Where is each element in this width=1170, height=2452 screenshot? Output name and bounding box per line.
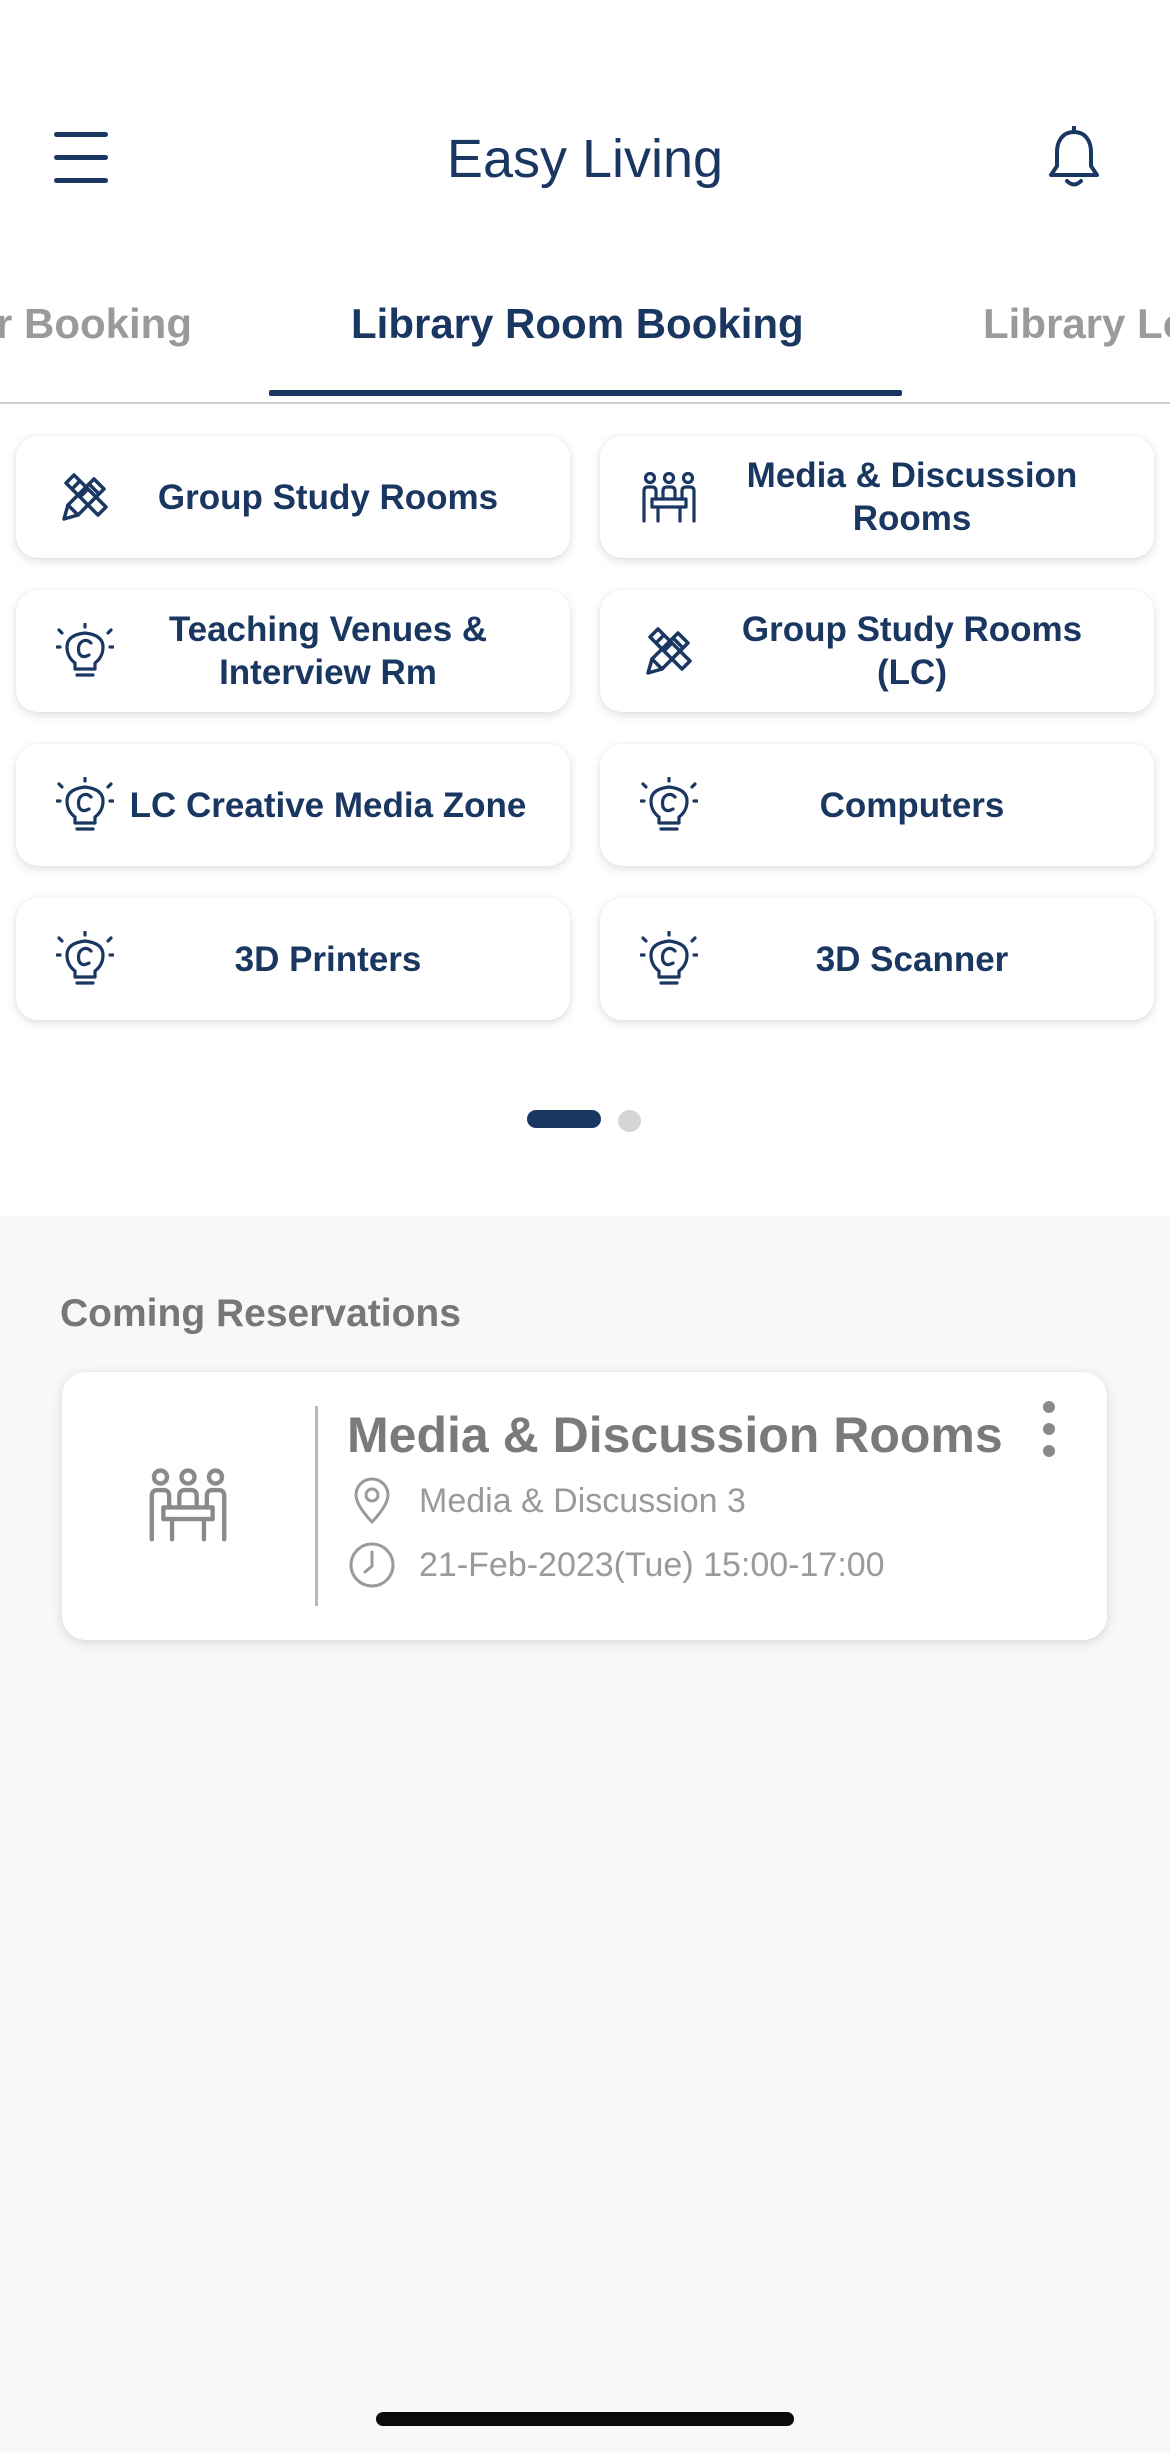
category-group-study-rooms-lc[interactable]: Group Study Rooms (LC) xyxy=(600,590,1154,712)
category-label: 3D Scanner xyxy=(815,939,1009,979)
page-indicator xyxy=(0,1110,1170,1132)
active-tab-indicator xyxy=(269,390,902,396)
page-dot-active[interactable] xyxy=(527,1110,601,1128)
app-title: Easy Living xyxy=(446,129,724,189)
meeting-people-icon xyxy=(146,1464,230,1548)
category-label: Group Study Rooms xyxy=(157,477,499,517)
lightbulb-icon xyxy=(55,930,115,989)
clock-icon xyxy=(347,1540,397,1590)
pencil-ruler-icon xyxy=(640,623,698,681)
reservation-datetime: 21-Feb-2023(Tue) 15:00-17:00 xyxy=(419,1545,885,1584)
card-divider xyxy=(315,1406,318,1606)
reservation-time-row: 21-Feb-2023(Tue) 15:00-17:00 xyxy=(347,1540,885,1590)
category-computers[interactable]: Computers xyxy=(600,744,1154,866)
tab-room-booking[interactable]: r Booking xyxy=(0,300,192,348)
meeting-people-icon xyxy=(640,469,698,527)
more-options-icon[interactable] xyxy=(1037,1398,1061,1462)
lightbulb-icon xyxy=(639,930,699,989)
category-media-discussion-rooms[interactable]: Media & Discussion Rooms xyxy=(600,436,1154,558)
category-label: Computers xyxy=(819,785,1005,825)
lightbulb-icon xyxy=(639,776,699,835)
reservation-location: Media & Discussion 3 xyxy=(419,1481,746,1520)
lightbulb-icon xyxy=(55,776,115,835)
category-teaching-venues[interactable]: Teaching Venues & Interview Rm xyxy=(16,590,570,712)
lightbulb-icon xyxy=(55,622,115,681)
tab-library-room-booking[interactable]: Library Room Booking xyxy=(351,300,804,348)
pencil-ruler-icon xyxy=(56,469,114,527)
reservation-title: Media & Discussion Rooms xyxy=(347,1407,1003,1463)
category-lc-creative-media-zone[interactable]: LC Creative Media Zone xyxy=(16,744,570,866)
location-pin-icon xyxy=(347,1476,397,1526)
tab-library-locker[interactable]: Library Lo xyxy=(983,300,1170,348)
tabs-divider xyxy=(0,402,1170,404)
page-dot[interactable] xyxy=(618,1110,641,1132)
bell-icon[interactable] xyxy=(1046,125,1102,190)
category-label: LC Creative Media Zone xyxy=(129,785,527,825)
category-3d-scanner[interactable]: 3D Scanner xyxy=(600,898,1154,1020)
category-label: Teaching Venues & Interview Rm xyxy=(168,610,488,692)
section-title: Coming Reservations xyxy=(60,1292,461,1335)
category-3d-printers[interactable]: 3D Printers xyxy=(16,898,570,1020)
reservation-location-row: Media & Discussion 3 xyxy=(347,1476,746,1526)
reservation-card[interactable]: Media & Discussion Rooms Media & Discuss… xyxy=(62,1372,1107,1640)
category-group-study-rooms[interactable]: Group Study Rooms xyxy=(16,436,570,558)
home-indicator[interactable] xyxy=(376,2412,794,2426)
category-tabs: r Booking Library Room Booking Library L… xyxy=(0,290,1170,402)
category-label: 3D Printers xyxy=(234,939,422,979)
category-label: Media & Discussion Rooms xyxy=(746,456,1078,538)
category-label: Group Study Rooms (LC) xyxy=(741,610,1083,692)
